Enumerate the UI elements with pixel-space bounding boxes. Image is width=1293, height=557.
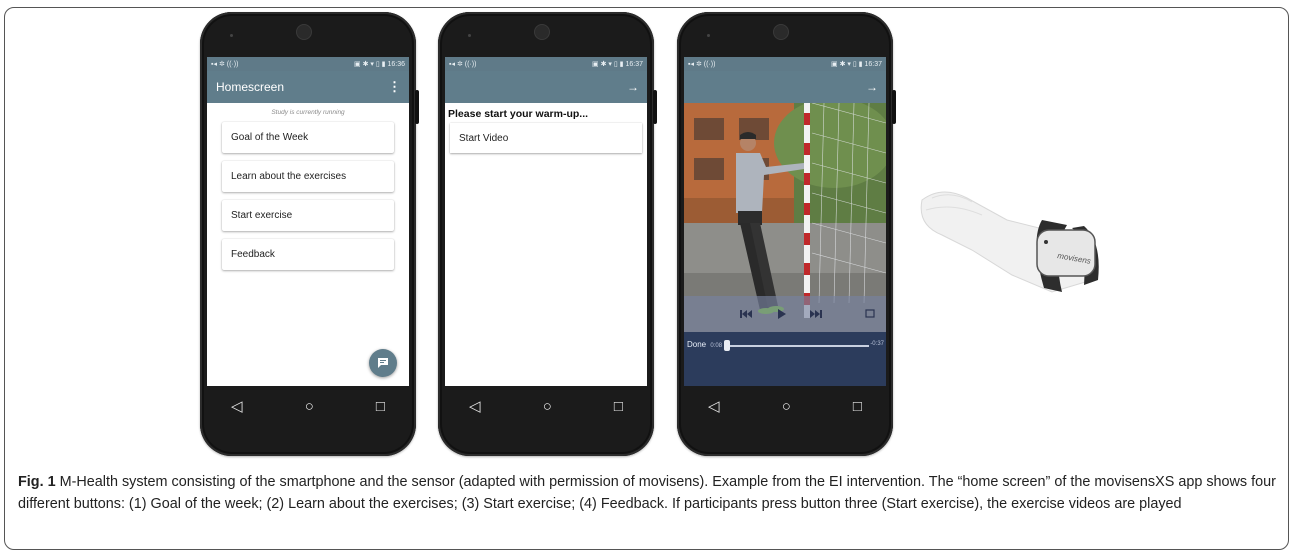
study-status-text: Study is currently running (271, 109, 345, 116)
nav-bar: ◁ ○ □ (200, 386, 416, 426)
home-icon[interactable]: ○ (305, 398, 314, 415)
nav-bar: ◁ ○ □ (677, 386, 893, 426)
system-icons: ▣ ✱ ▾ ▯ ▮ (592, 61, 626, 68)
caption-text: M-Health system consisting of the smartp… (18, 474, 1276, 512)
system-icons: ▣ ✱ ▾ ▯ ▮ (831, 61, 865, 68)
skip-next-icon[interactable] (810, 310, 822, 318)
status-bar: ▪◂ ✲ ((·)) ▣ ✱ ▾ ▯ ▮ 16:37 (684, 57, 886, 71)
feedback-button[interactable]: Feedback (222, 239, 394, 270)
app-bar: → (445, 71, 647, 103)
learn-exercises-button[interactable]: Learn about the exercises (222, 161, 394, 192)
notification-icons: ▪◂ ✲ ((·)) (211, 61, 239, 68)
notification-icons: ▪◂ ✲ ((·)) (449, 61, 477, 68)
done-button[interactable]: Done (687, 340, 706, 349)
fullscreen-icon[interactable] (865, 309, 875, 318)
more-vert-icon[interactable]: ⋮ (388, 79, 401, 95)
notification-icons: ▪◂ ✲ ((·)) (688, 61, 716, 68)
screen-warmup: ▪◂ ✲ ((·)) ▣ ✱ ▾ ▯ ▮ 16:37 → Please star… (445, 57, 647, 386)
back-icon[interactable]: ◁ (708, 397, 720, 415)
skip-previous-icon[interactable] (740, 310, 752, 318)
screen-video: ▪◂ ✲ ((·)) ▣ ✱ ▾ ▯ ▮ 16:37 → Done 0:08 -… (684, 57, 886, 386)
elapsed-time: 0:08 (710, 343, 723, 349)
seek-thumb[interactable] (724, 340, 730, 351)
status-time: 16:37 (625, 61, 643, 68)
goal-of-week-button[interactable]: Goal of the Week (222, 122, 394, 153)
figure-caption: Fig. 1 M-Health system consisting of the… (18, 471, 1278, 515)
status-bar: ▪◂ ✲ ((·)) ▣ ✱ ▾ ▯ ▮ 16:37 (445, 57, 647, 71)
seek-bar-area: Done 0:08 -0:37 (684, 332, 886, 386)
sensor-wrist-image: movisens (912, 180, 1112, 310)
screen-homescreen: ▪◂ ✲ ((·)) ▣ ✱ ▾ ▯ ▮ 16:36 Homescreen ⋮ … (207, 57, 409, 386)
app-title: Homescreen (216, 80, 285, 94)
home-icon[interactable]: ○ (543, 398, 552, 415)
nav-bar: ◁ ○ □ (438, 386, 654, 426)
system-icons: ▣ ✱ ▾ ▯ ▮ (354, 61, 388, 68)
start-exercise-button[interactable]: Start exercise (222, 200, 394, 231)
chat-icon[interactable] (369, 349, 397, 377)
phone-homescreen: ▪◂ ✲ ((·)) ▣ ✱ ▾ ▯ ▮ 16:36 Homescreen ⋮ … (200, 12, 419, 456)
warmup-prompt: Please start your warm-up... (448, 108, 589, 120)
figure-label: Fig. 1 (18, 474, 56, 490)
status-bar: ▪◂ ✲ ((·)) ▣ ✱ ▾ ▯ ▮ 16:36 (207, 57, 409, 71)
remaining-time: -0:37 (870, 341, 884, 347)
recents-icon[interactable]: □ (614, 398, 623, 415)
app-bar: Homescreen ⋮ (207, 71, 409, 103)
back-icon[interactable]: ◁ (231, 397, 243, 415)
phone-video: ▪◂ ✲ ((·)) ▣ ✱ ▾ ▯ ▮ 16:37 → Done 0:08 -… (677, 12, 896, 456)
start-video-button[interactable]: Start Video (450, 123, 642, 153)
arrow-right-icon[interactable]: → (866, 80, 878, 94)
recents-icon[interactable]: □ (853, 398, 862, 415)
back-icon[interactable]: ◁ (469, 397, 481, 415)
status-time: 16:37 (864, 61, 882, 68)
status-time: 16:36 (387, 61, 405, 68)
home-icon[interactable]: ○ (782, 398, 791, 415)
recents-icon[interactable]: □ (376, 398, 385, 415)
player-controls (684, 296, 886, 332)
app-bar: → (684, 71, 886, 103)
seek-track[interactable] (724, 345, 869, 347)
phone-warmup: ▪◂ ✲ ((·)) ▣ ✱ ▾ ▯ ▮ 16:37 → Please star… (438, 12, 657, 456)
arrow-right-icon[interactable]: → (627, 80, 639, 94)
play-icon[interactable] (778, 309, 786, 319)
